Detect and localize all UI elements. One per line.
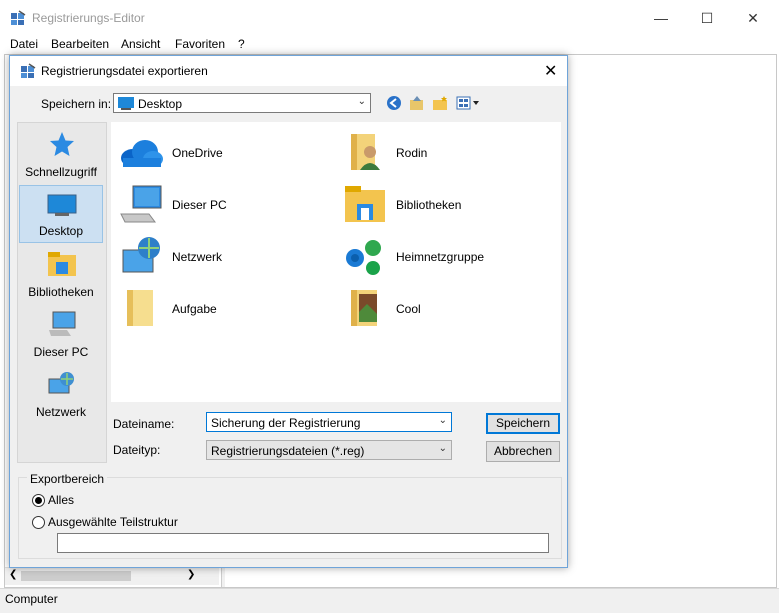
user-folder-icon xyxy=(351,134,380,170)
back-icon[interactable] xyxy=(386,95,402,111)
dialog-title-bar: Registrierungsdatei exportieren ✕ xyxy=(10,56,567,86)
regedit-icon xyxy=(21,63,36,78)
save-button[interactable]: Speichern xyxy=(486,413,560,434)
view-menu-icon[interactable] xyxy=(456,95,482,111)
list-item-heimnetzgruppe[interactable]: Heimnetzgruppe xyxy=(339,234,549,278)
place-label: Bibliotheken xyxy=(28,285,94,299)
save-in-label: Speichern in: xyxy=(41,97,112,111)
file-name: Netzwerk xyxy=(172,250,223,264)
chevron-down-icon: ⌄ xyxy=(357,96,366,107)
radio-branch[interactable] xyxy=(32,516,45,529)
place-label: Netzwerk xyxy=(35,405,86,419)
place-dieser-pc[interactable]: Dieser PC xyxy=(19,305,103,363)
file-list: OneDrive Rodin Dieser PC Bibliotheken Ne… xyxy=(111,122,561,402)
file-name: Aufgabe xyxy=(172,302,217,316)
filetype-value: Registrierungsdateien (*.reg) xyxy=(211,444,365,458)
save-in-dropdown[interactable]: Desktop ⌄ xyxy=(113,93,371,113)
radio-all[interactable] xyxy=(32,494,45,507)
list-item-aufgabe[interactable]: Aufgabe xyxy=(115,286,325,330)
place-label: Desktop xyxy=(38,224,84,238)
list-item-bibliotheken[interactable]: Bibliotheken xyxy=(339,182,549,226)
picture-folder-icon xyxy=(351,290,377,326)
scrollbar-thumb[interactable] xyxy=(21,571,131,581)
menu-datei[interactable]: Datei xyxy=(10,37,38,51)
scroll-right-icon[interactable]: ❯ xyxy=(187,569,195,580)
export-range-group: Exportbereich Alles Ausgewählte Teilstru… xyxy=(18,472,562,559)
chevron-down-icon: ⌄ xyxy=(438,415,447,426)
place-label: Dieser PC xyxy=(33,345,89,359)
regedit-icon xyxy=(11,10,26,25)
place-label: Schnellzugriff xyxy=(25,165,97,179)
desktop-icon xyxy=(118,97,134,110)
status-path: Computer xyxy=(5,592,58,606)
computer-icon xyxy=(49,311,76,336)
file-name: Dieser PC xyxy=(172,198,227,212)
place-netzwerk[interactable]: Netzwerk xyxy=(19,365,103,423)
export-dialog: Registrierungsdatei exportieren ✕ Speich… xyxy=(9,55,568,568)
list-item-onedrive[interactable]: OneDrive xyxy=(115,130,325,174)
filetype-dropdown[interactable]: Registrierungsdateien (*.reg) ⌄ xyxy=(206,440,452,460)
place-schnellzugriff[interactable]: Schnellzugriff xyxy=(19,125,103,183)
list-item-netzwerk[interactable]: Netzwerk xyxy=(115,234,325,278)
file-name: Cool xyxy=(396,302,421,316)
menu-help[interactable]: ? xyxy=(238,37,245,51)
list-item-rodin[interactable]: Rodin xyxy=(339,130,549,174)
libraries-icon xyxy=(345,186,385,222)
menu-ansicht[interactable]: Ansicht xyxy=(121,37,160,51)
menu-bearbeiten[interactable]: Bearbeiten xyxy=(51,37,109,51)
place-desktop[interactable]: Desktop xyxy=(19,185,103,243)
dialog-close-button[interactable]: ✕ xyxy=(544,61,557,81)
libraries-icon xyxy=(48,252,76,276)
save-in-value: Desktop xyxy=(138,97,183,111)
menu-bar: Datei Bearbeiten Ansicht Favoriten ? xyxy=(0,34,779,54)
network-icon xyxy=(48,372,74,394)
list-item-cool[interactable]: Cool xyxy=(339,286,549,330)
filename-label: Dateiname: xyxy=(113,417,175,431)
dialog-title: Registrierungsdatei exportieren xyxy=(41,64,208,78)
desktop-icon xyxy=(47,194,77,216)
file-name: OneDrive xyxy=(172,146,223,160)
filename-value: Sicherung der Registrierung xyxy=(211,416,361,430)
up-folder-icon[interactable] xyxy=(409,95,425,111)
cancel-button[interactable]: Abbrechen xyxy=(486,441,560,462)
place-bibliotheken[interactable]: Bibliotheken xyxy=(19,245,103,303)
places-bar: Schnellzugriff Desktop Bibliotheken Dies… xyxy=(17,122,107,463)
tree-horizontal-scrollbar[interactable]: ❮ ❯ xyxy=(5,567,219,585)
menu-favoriten[interactable]: Favoriten xyxy=(175,37,225,51)
radio-all-label[interactable]: Alles xyxy=(48,493,74,507)
chevron-down-icon: ⌄ xyxy=(438,443,447,454)
star-icon xyxy=(50,132,74,156)
radio-branch-label[interactable]: Ausgewählte Teilstruktur xyxy=(48,515,178,529)
computer-icon xyxy=(120,185,162,223)
network-icon xyxy=(122,237,160,273)
scroll-left-icon[interactable]: ❮ xyxy=(9,569,17,580)
maximize-button[interactable]: ☐ xyxy=(697,8,717,28)
close-button[interactable]: ✕ xyxy=(743,8,763,28)
main-title-bar: Registrierungs-Editor — ☐ ✕ xyxy=(0,0,779,34)
homegroup-icon xyxy=(346,240,381,275)
file-name: Bibliotheken xyxy=(396,198,462,212)
file-name: Heimnetzgruppe xyxy=(396,250,485,264)
minimize-button[interactable]: — xyxy=(651,8,671,28)
cloud-icon xyxy=(121,140,163,167)
branch-input[interactable] xyxy=(57,533,549,553)
export-range-label: Exportbereich xyxy=(27,472,108,486)
file-name: Rodin xyxy=(396,146,428,160)
list-item-dieser-pc[interactable]: Dieser PC xyxy=(115,182,325,226)
folder-icon xyxy=(127,290,153,326)
status-bar: Computer xyxy=(0,588,779,613)
main-window-title: Registrierungs-Editor xyxy=(32,11,145,25)
new-folder-icon[interactable] xyxy=(432,95,448,111)
filename-input[interactable]: Sicherung der Registrierung ⌄ xyxy=(206,412,452,432)
filetype-label: Dateityp: xyxy=(113,443,161,457)
